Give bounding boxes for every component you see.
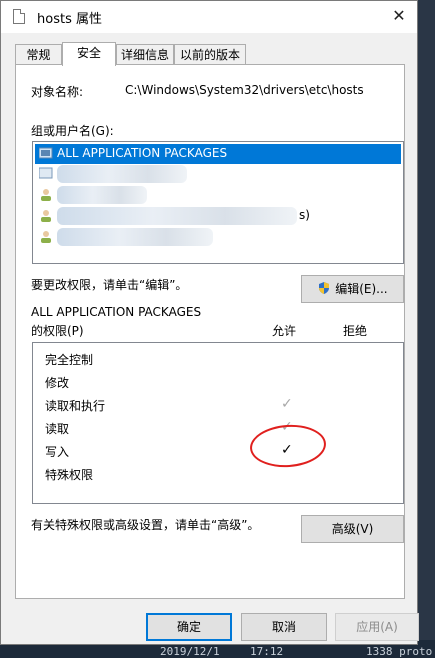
permission-name: 特殊权限 xyxy=(45,468,94,482)
list-item[interactable] xyxy=(35,185,401,205)
user-icon xyxy=(41,231,51,243)
advanced-button[interactable]: 高级(V) xyxy=(301,515,404,543)
tab-details[interactable]: 详细信息 xyxy=(116,44,174,64)
user-icon xyxy=(41,189,51,201)
deny-header: 拒绝 xyxy=(343,324,368,338)
background-desktop-strip xyxy=(418,0,435,658)
list-item[interactable] xyxy=(35,164,401,184)
properties-dialog: hosts 属性 ✕ 常规 安全 详细信息 以前的版本 对象名称: C:\Win… xyxy=(0,0,419,645)
permissions-label: 的权限(P) xyxy=(31,324,84,338)
shield-icon xyxy=(319,282,330,294)
user-list[interactable]: ALL APPLICATION PACKAGES s) xyxy=(32,141,404,264)
group-icon xyxy=(39,167,53,179)
window-title: hosts 属性 xyxy=(37,12,102,27)
title-bar: hosts 属性 ✕ xyxy=(1,1,417,33)
edit-button-label: 编辑(E)... xyxy=(335,282,388,296)
ok-button[interactable]: 确定 xyxy=(146,613,232,641)
allow-header: 允许 xyxy=(272,324,297,338)
tab-previous-versions[interactable]: 以前的版本 xyxy=(174,44,246,64)
change-hint: 要更改权限，请单击“编辑”。 xyxy=(31,278,188,292)
permission-name: 读取和执行 xyxy=(45,399,106,413)
group-icon xyxy=(39,147,53,159)
edit-button[interactable]: 编辑(E)... xyxy=(301,275,404,303)
apply-button[interactable]: 应用(A) xyxy=(335,613,419,641)
list-item[interactable] xyxy=(35,227,401,247)
user-icon xyxy=(41,210,51,222)
user-name: ALL APPLICATION PACKAGES xyxy=(57,146,228,160)
permission-name: 读取 xyxy=(45,422,70,436)
permission-name: 完全控制 xyxy=(45,353,94,367)
advanced-hint: 有关特殊权限或高级设置，请单击“高级”。 xyxy=(31,518,260,532)
redacted-name xyxy=(57,228,213,246)
cancel-button[interactable]: 取消 xyxy=(241,613,327,641)
object-name-label: 对象名称: xyxy=(31,85,84,99)
group-label: 组或用户名(G): xyxy=(31,124,114,138)
permission-subject: ALL APPLICATION PACKAGES xyxy=(31,305,202,319)
allow-check-icon: ✓ xyxy=(281,396,293,412)
permission-name: 修改 xyxy=(45,376,70,390)
list-item[interactable]: ALL APPLICATION PACKAGES xyxy=(35,144,401,164)
background-time: 17:12 xyxy=(250,645,284,658)
permission-name: 写入 xyxy=(45,445,70,459)
user-name-suffix: s) xyxy=(299,208,310,222)
redacted-name xyxy=(57,207,297,225)
background-info: 1338 proto xyxy=(366,645,433,658)
list-item[interactable]: s) xyxy=(35,206,401,226)
redacted-name xyxy=(57,165,187,183)
file-icon xyxy=(13,9,25,24)
close-button[interactable]: ✕ xyxy=(381,1,417,33)
background-date: 2019/12/1 xyxy=(160,645,220,658)
object-name-value: C:\Windows\System32\drivers\etc\hosts xyxy=(125,83,364,97)
redacted-name xyxy=(57,186,147,204)
tab-security[interactable]: 安全 xyxy=(62,42,116,66)
tab-general[interactable]: 常规 xyxy=(15,44,62,64)
permission-list: 完全控制 修改 读取和执行 读取 写入 特殊权限 ✓ ✓ ✓ xyxy=(32,342,404,504)
